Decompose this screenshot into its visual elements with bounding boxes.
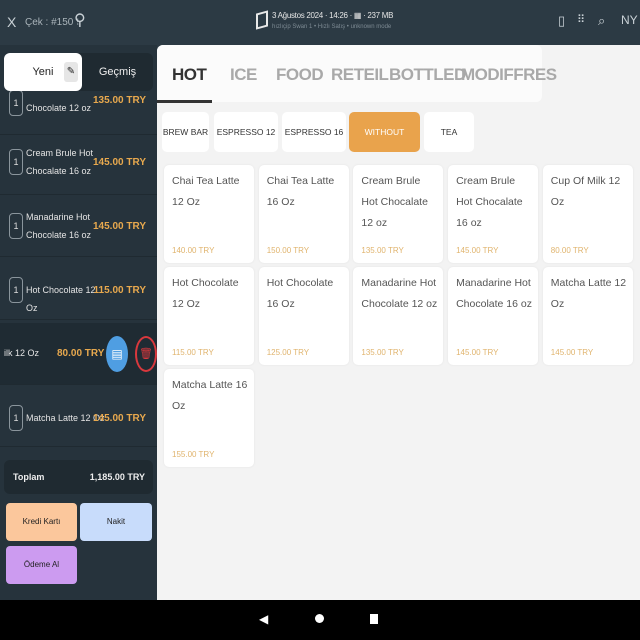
subtab-espresso-12[interactable]: ESPRESSO 12 OZ: [214, 112, 278, 177]
order-item[interactable]: 1 Hot Chocolate 12 Oz 115.00 TRY: [0, 260, 157, 320]
item-price: 115.00 TRY: [93, 285, 146, 296]
product-card[interactable]: Matcha Latte 16 Oz 155.00 TRY: [164, 369, 254, 467]
product-price: 145.00 TRY: [550, 348, 594, 357]
product-name: Hot Chocolate 12 Oz: [172, 277, 239, 310]
credit-card-button[interactable]: Kredi Kartı: [6, 503, 77, 541]
home-icon[interactable]: [315, 614, 324, 623]
product-name: Hot Chocolate 16 Oz: [266, 277, 334, 310]
trash-icon: 🗑: [139, 348, 153, 360]
active-tab-indicator: [157, 100, 212, 103]
cash-button[interactable]: Nakit: [80, 503, 152, 541]
product-card[interactable]: Hot Chocolate 16 Oz 125.00 TRY: [258, 267, 349, 365]
subtab-without-coffee[interactable]: WITHOUT COFFEE: [349, 112, 420, 177]
qty-badge[interactable]: 1: [9, 149, 23, 175]
product-price: 155.00 TRY: [172, 450, 215, 459]
product-name: Manadarine Hot Chocolate 16 oz: [456, 277, 532, 310]
keypad-icon[interactable]: ⠿: [577, 13, 585, 26]
date-line: 3 Ağustos 2024 · 14:26 · ▦ · 237 MB: [272, 11, 394, 20]
product-name: Matcha Latte 12 Oz: [550, 277, 627, 310]
product-name: Cream Brule Hot Chocalate 16 oz: [456, 175, 523, 229]
tab-history[interactable]: Geçmiş: [82, 53, 153, 91]
product-name: Chai Tea Latte 16 Oz: [266, 175, 335, 208]
order-item[interactable]: 1 Matcha Latte 12 Oz 145.00 TRY: [0, 387, 157, 447]
subtab-brew-bar[interactable]: BREW BAR: [162, 112, 209, 152]
product-price: 115.00 TRY: [172, 348, 214, 357]
order-item[interactable]: 1 Manadarine Hot Chocolate 16 oz 145.00 …: [0, 197, 157, 257]
product-card[interactable]: Chai Tea Latte 16 Oz 150.00 TRY: [258, 165, 349, 263]
item-price: 135.00 TRY: [93, 95, 146, 106]
product-price: 145.00 TRY: [456, 348, 499, 357]
add-note-icon[interactable]: ▯: [558, 13, 565, 29]
category-tabs: HOT ICE FOOD RETEIL BOTTLED MODIFFRES: [157, 45, 557, 103]
top-bar: X Çek : #150 ⁝ ⚲ 3 Ağustos 2024 · 14:26 …: [0, 0, 640, 45]
item-price: 145.00 TRY: [93, 157, 146, 168]
search-icon[interactable]: ⌕: [598, 13, 605, 29]
product-price: 125.00 TRY: [266, 348, 310, 357]
order-item[interactable]: 1 Cream Brule Hot Chocalate 16 oz 145.00…: [0, 135, 157, 195]
product-price: 145.00 TRY: [456, 246, 499, 255]
android-nav-bar: ◀: [0, 600, 640, 640]
close-button[interactable]: X: [7, 14, 16, 30]
menu-panel: HOT ICE FOOD RETEIL BOTTLED MODIFFRES BR…: [157, 45, 640, 600]
product-name: Manadarine Hot Chocolate 12 oz: [361, 277, 438, 310]
product-price: 80.00 TRY: [550, 246, 589, 255]
app-logo: [256, 10, 268, 30]
item-price: 145.00 TRY: [93, 413, 146, 424]
edit-icon[interactable]: ✎: [64, 62, 78, 82]
item-name: Chocolate 12 oz: [26, 103, 92, 113]
add-customer-icon[interactable]: ⚲: [74, 10, 86, 30]
total-value: 1,185.00 TRY: [89, 472, 145, 482]
item-name: Manadarine Hot Chocolate 16 oz: [26, 212, 92, 240]
tab-modiffres[interactable]: MODIFFRES: [461, 65, 557, 85]
tab-bottled[interactable]: BOTTLED: [389, 65, 466, 85]
tab-ice[interactable]: ICE: [230, 65, 257, 85]
order-tabs: Yeni ✎ Geçmiş: [4, 53, 153, 91]
product-name: Chai Tea Latte 12 Oz: [172, 175, 240, 208]
qty-badge[interactable]: 1: [9, 90, 23, 116]
recents-icon[interactable]: [370, 614, 378, 624]
product-price: 150.00 TRY: [266, 246, 310, 255]
total-bar: Toplam 1,185.00 TRY: [4, 460, 153, 494]
tab-new-label: Yeni: [32, 66, 54, 78]
item-price: 145.00 TRY: [93, 221, 146, 232]
note-button[interactable]: ▤: [106, 336, 128, 372]
total-label: Toplam: [13, 472, 45, 482]
sub-line: hızlıçip Swan 1 • Hızlı Satış • unknown …: [272, 24, 392, 30]
qty-badge[interactable]: 1: [9, 405, 23, 431]
subtab-tea[interactable]: TEA: [424, 112, 474, 152]
product-price: 135.00 TRY: [361, 348, 404, 357]
product-card[interactable]: Manadarine Hot Chocolate 12 oz 135.00 TRY: [353, 267, 444, 365]
item-name: Cream Brule Hot Chocalate 16 oz: [26, 148, 94, 176]
tab-reteil[interactable]: RETEIL: [331, 65, 389, 85]
order-item-swiped[interactable]: ilk 12 Oz 80.00 TRY ▤ 🗑: [0, 323, 157, 385]
take-payment-button[interactable]: Ödeme Al: [6, 546, 77, 584]
back-icon[interactable]: ◀: [259, 612, 268, 626]
qty-badge[interactable]: 1: [9, 213, 23, 239]
product-card[interactable]: Cream Brule Hot Chocalate 16 oz 145.00 TR…: [448, 165, 539, 263]
qty-badge[interactable]: 1: [9, 277, 23, 303]
tab-food[interactable]: FOOD: [276, 65, 324, 85]
product-card[interactable]: Cream Brule Hot Chocalate 12 oz 135.00 TR…: [353, 165, 444, 263]
product-card[interactable]: Chai Tea Latte 12 Oz 140.00 TRY: [164, 165, 254, 263]
product-price: 135.00 TRY: [361, 246, 404, 255]
product-card[interactable]: Cup Of Milk 12 Oz 80.00 TRY: [542, 165, 633, 263]
product-card[interactable]: Matcha Latte 12 Oz 145.00 TRY: [542, 267, 633, 365]
order-panel: 1 Chocolate 12 oz 135.00 TRY Yeni ✎ Geçm…: [0, 45, 157, 600]
product-price: 140.00 TRY: [172, 246, 215, 255]
product-name: Cream Brule Hot Chocalate 12 oz: [361, 175, 428, 229]
product-name: Matcha Latte 16 Oz: [172, 379, 248, 412]
note-icon: ▤: [111, 347, 123, 361]
subtab-espresso-16[interactable]: ESPRESSO 16 OZ: [282, 112, 346, 177]
product-name: Cup Of Milk 12 Oz: [550, 175, 621, 208]
check-number[interactable]: Çek : #150 ⁝: [25, 17, 79, 28]
tab-hot[interactable]: HOT: [172, 65, 207, 85]
item-price: 80.00 TRY: [57, 348, 105, 359]
product-card[interactable]: Manadarine Hot Chocolate 16 oz 145.00 TRY: [448, 267, 539, 365]
product-card[interactable]: Hot Chocolate 12 Oz 115.00 TRY: [164, 267, 254, 365]
delete-button[interactable]: 🗑: [135, 336, 157, 372]
user-initials[interactable]: NY: [621, 13, 638, 27]
